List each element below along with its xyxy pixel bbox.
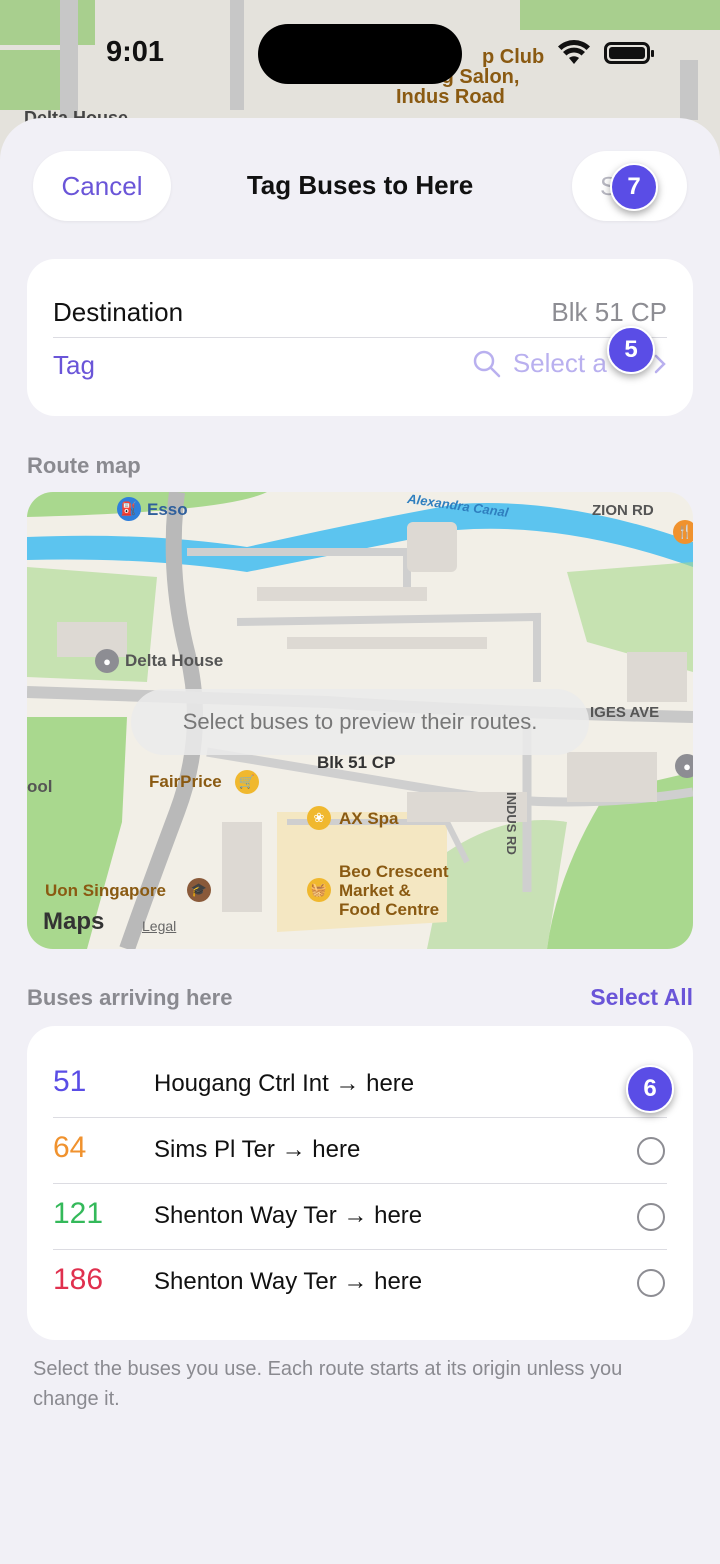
bus-row[interactable]: 121 Shenton Way Ter → here: [27, 1183, 693, 1249]
route-map-heading: Route map: [27, 453, 141, 478]
tag-label: Tag: [53, 350, 95, 380]
maps-logo: Maps: [43, 908, 104, 936]
map-label-uon: Uon Singapore: [45, 881, 166, 900]
map-label-delta: Delta House: [125, 651, 224, 670]
beo-line2: Market &: [339, 881, 411, 900]
wifi-icon: [558, 40, 590, 64]
map-label-school: ool: [27, 777, 53, 796]
divider: [53, 337, 667, 338]
bus-row[interactable]: 51 Hougang Ctrl Int → here: [27, 1051, 693, 1117]
search-icon: [473, 350, 501, 377]
map-hint: Select buses to preview their routes.: [131, 689, 589, 755]
dynamic-island: [258, 24, 462, 84]
bus-row[interactable]: 64 Sims Pl Ter → here: [27, 1117, 693, 1183]
map-label-beo: Beo Crescent Market & Food Centre: [339, 862, 449, 919]
spa-icon: ❀: [307, 806, 331, 830]
bus-number: 186: [53, 1263, 104, 1296]
bus-number: 64: [53, 1131, 87, 1164]
restaurant-icon: 🍴: [673, 520, 693, 544]
beo-line3: Food Centre: [339, 900, 440, 919]
map-label-avenue: IGES AVE: [590, 704, 660, 721]
map-label-zion: ZION RD: [592, 502, 654, 519]
bus-list: 51 Hougang Ctrl Int → here 64 Sims Pl Te…: [27, 1026, 693, 1340]
bus-route: Shenton Way Ter → here: [154, 1268, 423, 1295]
bus-route: Hougang Ctrl Int → here: [154, 1070, 415, 1097]
map-label-esso: Esso: [147, 500, 188, 519]
battery-icon: [604, 42, 654, 64]
status-bar: 9:01: [0, 0, 720, 110]
buses-heading: Buses arriving here: [27, 985, 233, 1010]
destination-card: Destination Blk 51 CP Tag Select a Ta: [27, 259, 693, 416]
footnote: Select the buses you use. Each route sta…: [33, 1358, 623, 1410]
bus-number: 121: [53, 1197, 104, 1230]
destination-label: Destination: [53, 297, 184, 327]
beo-line1: Beo Crescent: [339, 862, 449, 881]
step-badge-5: 5: [607, 326, 655, 374]
select-all-button[interactable]: Select All: [590, 984, 693, 1011]
chevron-right-icon: [654, 354, 666, 373]
bus-route: Shenton Way Ter → here: [154, 1202, 423, 1229]
place-icon-right: ●: [675, 754, 693, 778]
bus-row[interactable]: 186 Shenton Way Ter → here: [27, 1249, 693, 1315]
legal-link[interactable]: Legal: [142, 918, 176, 934]
bus-number: 51: [53, 1065, 87, 1098]
select-radio[interactable]: [637, 1269, 665, 1297]
step-badge-6: 6: [626, 1065, 674, 1113]
map-label-axspa: AX Spa: [339, 809, 399, 828]
select-radio[interactable]: [637, 1137, 665, 1165]
map-label-indus: INDUS RD: [504, 792, 519, 855]
maps-logo-text: Maps: [43, 908, 105, 935]
basket-icon: 🧺: [307, 878, 331, 902]
select-radio[interactable]: [637, 1203, 665, 1231]
education-icon: 🎓: [187, 878, 211, 902]
route-map[interactable]: ⛽ Esso Alexandra Canal ZION RD 🍴 ● Delta…: [27, 492, 693, 949]
place-icon: ●: [95, 649, 119, 673]
fuel-icon: ⛽: [117, 497, 141, 521]
shopping-cart-icon: 🛒: [235, 770, 259, 794]
destination-value: Blk 51 CP: [551, 297, 667, 327]
map-label-blk: Blk 51 CP: [317, 753, 396, 772]
step-badge-7: 7: [610, 163, 658, 211]
map-label-fairprice: FairPrice: [149, 772, 222, 791]
bus-route: Sims Pl Ter → here: [154, 1136, 361, 1163]
status-time: 9:01: [106, 36, 165, 68]
